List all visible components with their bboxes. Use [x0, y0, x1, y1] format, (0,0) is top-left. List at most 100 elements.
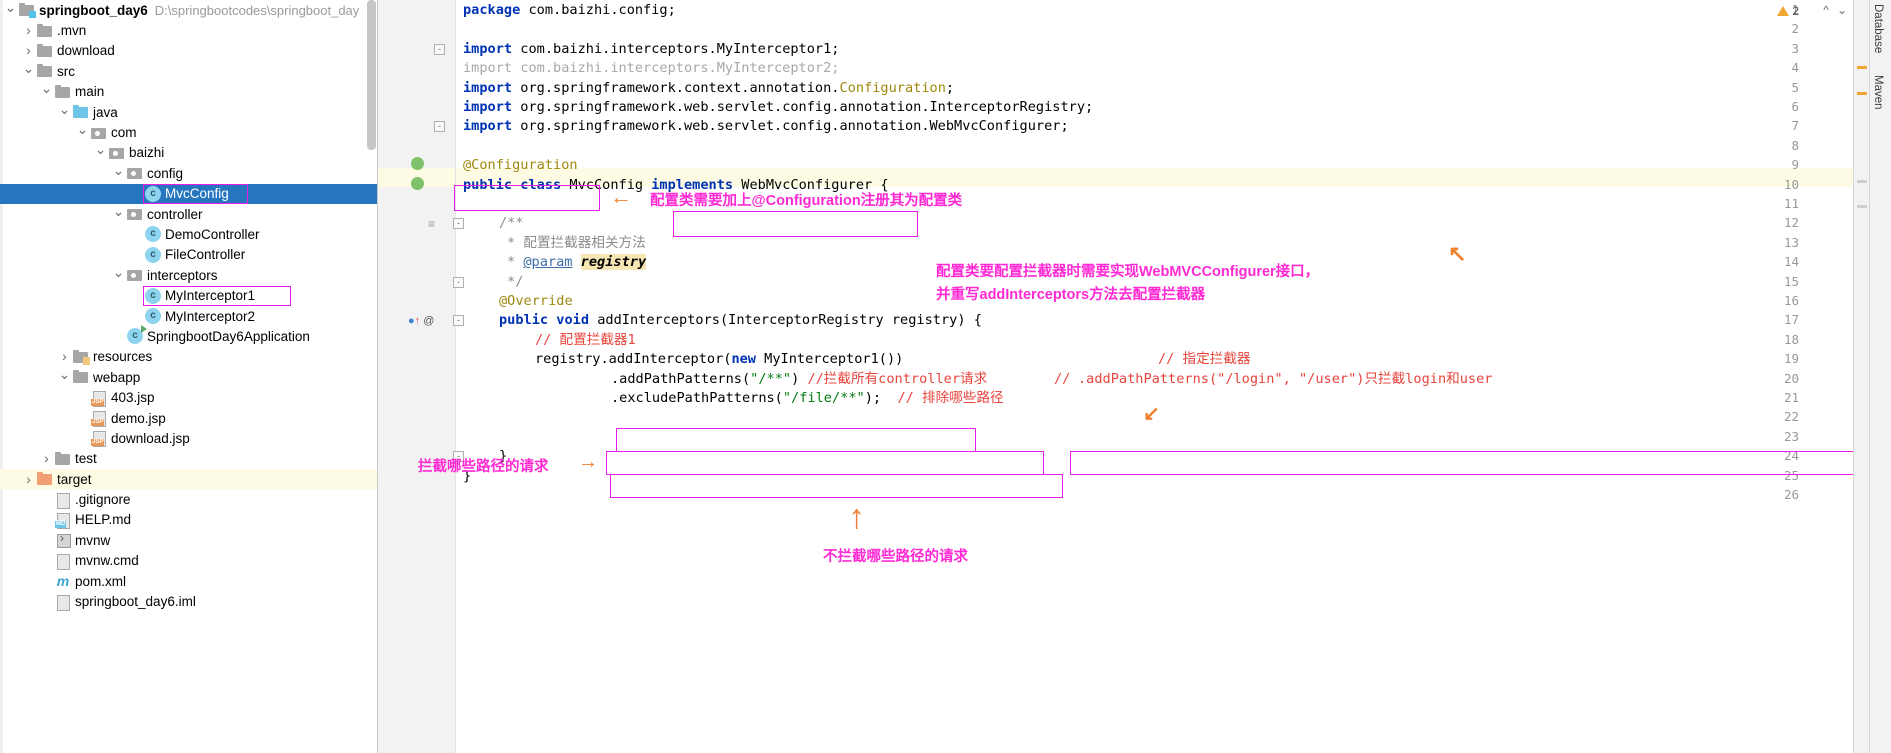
- code-line-21[interactable]: .excludePathPatterns("/file/**"); // 排除哪…: [611, 389, 1004, 408]
- code-line-4[interactable]: import com.baizhi.interceptors.MyInterce…: [463, 59, 839, 78]
- arrow-to-specify-interceptor: ↙: [1143, 403, 1160, 425]
- tree-row-myinterceptor1[interactable]: c MyInterceptor1: [0, 285, 377, 305]
- tree-row-springboot-day6-iml[interactable]: springboot_day6.iml: [0, 591, 377, 611]
- tool-tab-maven[interactable]: Maven: [1872, 75, 1884, 110]
- expand-arrow-icon[interactable]: [4, 3, 17, 18]
- tree-row-mvnw[interactable]: mvnw: [0, 530, 377, 550]
- editor-top-controls[interactable]: ^ ⌄: [1823, 3, 1847, 17]
- expand-arrow-icon[interactable]: [112, 166, 125, 181]
- expand-arrow-icon[interactable]: [76, 125, 89, 140]
- editor-gutter[interactable]: [378, 0, 456, 753]
- line-number: 6: [1791, 99, 1799, 114]
- warning-marker[interactable]: [1857, 66, 1867, 69]
- script-file-icon: [55, 531, 71, 549]
- code-line-19[interactable]: registry.addInterceptor(new MyIntercepto…: [535, 350, 903, 369]
- expand-arrow-icon[interactable]: [40, 451, 53, 466]
- expand-arrow-icon[interactable]: [40, 84, 53, 99]
- editor-scroll-marker-strip[interactable]: [1853, 0, 1869, 753]
- expand-arrow-icon[interactable]: [94, 145, 107, 160]
- box-implements-webmvcconfigurer: [673, 211, 918, 237]
- tree-row-demo-jsp[interactable]: JSP demo.jsp: [0, 408, 377, 428]
- javadoc-gutter-icon[interactable]: ≡: [428, 217, 435, 231]
- tree-row-democontroller[interactable]: c DemoController: [0, 224, 377, 244]
- tree-row-src[interactable]: src: [0, 61, 377, 81]
- code-fold-toggle[interactable]: -: [434, 43, 445, 55]
- tree-row-myinterceptor2[interactable]: c MyInterceptor2: [0, 306, 377, 326]
- tree-row-label: FileController: [165, 247, 246, 263]
- folder-icon: [37, 23, 53, 39]
- code-line-20[interactable]: .addPathPatterns("/**") //拦截所有controller…: [611, 370, 987, 389]
- tree-row-com[interactable]: com: [0, 122, 377, 142]
- code-fold-toggle[interactable]: -: [434, 121, 445, 133]
- code-line-5[interactable]: import org.springframework.context.annot…: [463, 79, 954, 98]
- expand-arrow-icon[interactable]: [22, 23, 35, 38]
- tree-row-download[interactable]: download: [0, 41, 377, 61]
- tree-row-mvcconfig[interactable]: c MvcConfig: [0, 183, 377, 204]
- code-line-6[interactable]: import org.springframework.web.servlet.c…: [463, 98, 1093, 117]
- code-line-18[interactable]: // 配置拦截器1: [535, 331, 636, 350]
- override-gutter-icon[interactable]: ●↑ @: [408, 312, 434, 330]
- project-tool-window[interactable]: springboot_day6 D:\springbootcodes\spring…: [0, 0, 378, 753]
- tree-row-webapp[interactable]: webapp: [0, 367, 377, 387]
- chevron-down-icon[interactable]: ⌄: [1837, 3, 1847, 17]
- tree-row-main[interactable]: main: [0, 82, 377, 102]
- project-tree[interactable]: springboot_day6 D:\springbootcodes\spring…: [0, 0, 377, 612]
- spring-config-gutter-icon[interactable]: [411, 176, 424, 195]
- spring-bean-gutter-icon[interactable]: [411, 157, 424, 175]
- line-number: 25: [1783, 467, 1799, 483]
- code-line-17[interactable]: public void addInterceptors(InterceptorR…: [499, 311, 982, 330]
- code-fold-toggle[interactable]: -: [453, 276, 464, 288]
- code-line-12[interactable]: /**: [499, 214, 524, 233]
- code-line-9[interactable]: @Configuration: [463, 156, 578, 175]
- chevron-up-icon[interactable]: ^: [1823, 3, 1829, 17]
- tree-row-target[interactable]: target: [0, 468, 377, 490]
- tree-row-help-md[interactable]: MD HELP.md: [0, 510, 377, 530]
- right-tool-window-bar[interactable]: Database Maven: [1869, 0, 1891, 753]
- expand-arrow-icon[interactable]: [22, 64, 35, 79]
- tool-tab-database[interactable]: Database: [1872, 4, 1884, 53]
- tree-row-label: .gitignore: [75, 492, 131, 508]
- tree-row-controller[interactable]: controller: [0, 204, 377, 224]
- code-fold-toggle[interactable]: -: [453, 315, 464, 327]
- expand-arrow-icon[interactable]: [58, 105, 71, 120]
- tree-row-config[interactable]: config: [0, 163, 377, 183]
- tree-row-root[interactable]: springboot_day6 D:\springbootcodes\spring…: [0, 0, 377, 20]
- tree-row-java[interactable]: java: [0, 102, 377, 122]
- code-line-1[interactable]: package com.baizhi.config;: [463, 1, 676, 20]
- code-line-16[interactable]: @Override: [499, 292, 573, 311]
- expand-arrow-icon[interactable]: [112, 207, 125, 222]
- inspection-warning-indicator[interactable]: 2: [1777, 4, 1799, 18]
- code-line-15[interactable]: */: [507, 273, 523, 292]
- code-line-14[interactable]: * @param registry: [507, 253, 647, 272]
- tree-row-baizhi[interactable]: baizhi: [0, 143, 377, 163]
- expand-arrow-icon[interactable]: [112, 268, 125, 283]
- line-number: 4: [1791, 60, 1799, 76]
- tree-row-403-jsp[interactable]: JSP 403.jsp: [0, 387, 377, 407]
- code-editor[interactable]: 1 2 3 4 5 6 7 8 9 10 11 12 13 14 15 16 17 18 19 20 21 22 23 24 2…: [378, 0, 1853, 753]
- jsp-file-icon: JSP: [91, 430, 107, 448]
- tree-row--mvn[interactable]: .mvn: [0, 20, 377, 40]
- code-line-20-alt-comment: .addPathPatterns("/login", "/user")只拦截lo…: [1078, 370, 1493, 387]
- expand-arrow-icon[interactable]: [58, 349, 71, 364]
- tree-row-filecontroller[interactable]: c FileController: [0, 245, 377, 265]
- tree-row-mvnw-cmd[interactable]: mvnw.cmd: [0, 551, 377, 571]
- expand-arrow-icon[interactable]: [22, 43, 35, 58]
- tree-row-download-jsp[interactable]: JSP download.jsp: [0, 428, 377, 448]
- tree-row--gitignore[interactable]: .gitignore: [0, 489, 377, 509]
- code-line-7[interactable]: import org.springframework.web.servlet.c…: [463, 117, 1069, 136]
- arrow-to-path-patterns: →: [578, 451, 598, 473]
- tree-row-label: demo.jsp: [111, 410, 166, 426]
- code-line-3[interactable]: import com.baizhi.interceptors.MyInterce…: [463, 40, 839, 59]
- code-line-13[interactable]: * 配置拦截器相关方法: [507, 234, 646, 253]
- tree-row-pom-xml[interactable]: m pom.xml: [0, 571, 377, 591]
- tree-row-test[interactable]: test: [0, 449, 377, 469]
- code-fold-toggle[interactable]: -: [453, 218, 464, 230]
- tree-row-resources[interactable]: resources: [0, 347, 377, 367]
- tree-row-springbootday6application[interactable]: c SpringbootDay6Application: [0, 325, 377, 346]
- expand-arrow-icon[interactable]: [58, 370, 71, 385]
- project-tree-scrollbar[interactable]: [367, 0, 376, 150]
- expand-arrow-icon[interactable]: [22, 472, 35, 487]
- tree-row-interceptors[interactable]: interceptors: [0, 265, 377, 285]
- warning-marker[interactable]: [1857, 92, 1867, 95]
- line-number: 21: [1783, 390, 1799, 405]
